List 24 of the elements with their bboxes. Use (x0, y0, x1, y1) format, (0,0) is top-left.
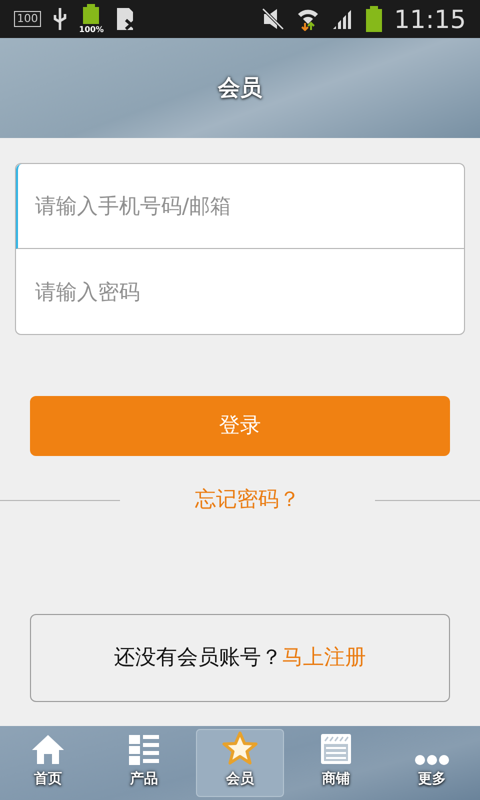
battery-icon (366, 6, 382, 32)
grid-list-icon (129, 735, 159, 765)
register-prompt: 还没有会员账号？ (114, 644, 282, 672)
signal-icon (332, 8, 354, 30)
mute-icon (262, 8, 284, 30)
nav-tab[interactable]: 会员 (196, 729, 284, 797)
home-icon (30, 733, 66, 765)
clapperboard-icon (320, 733, 352, 765)
battery-percent: 100% (79, 25, 104, 34)
nav-tab[interactable]: 更多 (388, 729, 476, 797)
battery-icon (82, 4, 100, 24)
usb-icon (53, 7, 67, 31)
login-button[interactable]: 登录 (30, 396, 450, 456)
nav-tab[interactable]: 商铺 (292, 729, 380, 797)
page-title: 会员 (218, 74, 262, 102)
nav-tab[interactable]: 产品 (100, 729, 188, 797)
nav-tab[interactable]: 首页 (4, 729, 92, 797)
wifi-icon (296, 7, 320, 31)
star-icon (221, 731, 259, 765)
clock: 11:15 (394, 6, 466, 32)
more-icon (415, 755, 449, 765)
register-link[interactable]: 马上注册 (282, 642, 366, 674)
storage-indicator: 100 (14, 11, 41, 27)
forgot-password-link[interactable]: 忘记密码？ (120, 484, 375, 516)
